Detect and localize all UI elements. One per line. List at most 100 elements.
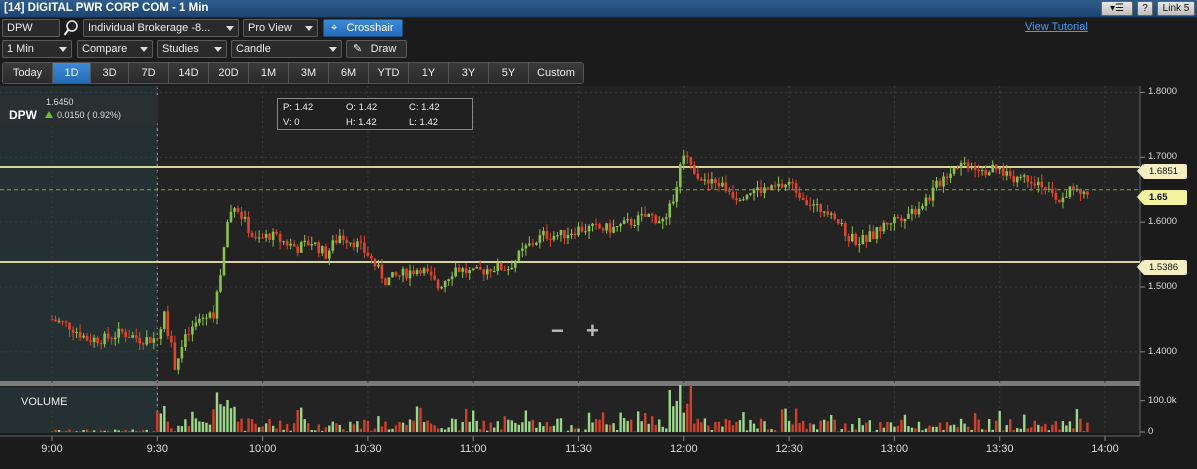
volume-bar — [703, 418, 707, 432]
range-button-5y[interactable]: 5Y — [489, 63, 529, 83]
draw-button[interactable]: ✎ Draw — [346, 40, 407, 58]
candle-body — [556, 235, 559, 237]
candle-body — [1047, 188, 1051, 190]
account-dropdown[interactable]: Individual Brokerage -8... — [83, 19, 239, 37]
volume-bar — [296, 410, 299, 432]
volume-bar — [454, 419, 457, 432]
chart-type-dropdown[interactable]: Candle — [231, 40, 342, 58]
quote-last-price: 1.6450 — [46, 97, 74, 107]
candle-body — [805, 200, 808, 205]
candle-body — [787, 181, 791, 185]
range-button-7d[interactable]: 7D — [129, 63, 169, 83]
range-button-3d[interactable]: 3D — [91, 63, 129, 83]
range-button-6m[interactable]: 6M — [329, 63, 369, 83]
candle-body — [415, 270, 419, 274]
candle-body — [1001, 167, 1005, 176]
volume-bar — [342, 429, 345, 432]
candle-body — [654, 215, 658, 224]
candle-body — [489, 269, 493, 272]
volume-bar — [292, 423, 296, 432]
range-button-today[interactable]: Today — [3, 63, 53, 83]
candle-body — [1058, 199, 1061, 203]
volume-bar — [398, 422, 401, 432]
search-icon[interactable] — [63, 19, 79, 37]
candle-body — [563, 230, 566, 239]
volume-bar — [64, 430, 68, 432]
range-button-custom[interactable]: Custom — [529, 63, 583, 83]
candle-body — [289, 243, 292, 246]
last-price-tag: 1.65 — [1137, 190, 1187, 205]
volume-bar — [847, 430, 850, 432]
studies-dropdown[interactable]: Studies — [157, 40, 227, 58]
candle-body — [780, 183, 784, 188]
volume-bar — [159, 413, 163, 432]
link-button[interactable]: Link 5 — [1157, 1, 1195, 16]
candle-body — [903, 218, 907, 222]
range-button-1d[interactable]: 1D — [53, 63, 91, 83]
view-tutorial-link[interactable]: View Tutorial — [1025, 21, 1088, 33]
volume-bar — [823, 419, 826, 432]
volume-bar — [447, 427, 450, 432]
chevron-down-icon — [329, 47, 337, 52]
volume-bar — [170, 428, 173, 432]
volume-bar — [787, 420, 791, 432]
volume-bar — [1044, 423, 1047, 432]
candle-body — [686, 155, 689, 157]
candle-body — [419, 270, 422, 274]
volume-bar — [931, 426, 935, 432]
volume-bar — [665, 428, 668, 432]
range-button-3m[interactable]: 3M — [289, 63, 329, 83]
help-button[interactable]: ? — [1137, 1, 1153, 16]
volume-bar — [622, 418, 626, 432]
candle-body — [68, 322, 71, 330]
range-button-20d[interactable]: 20D — [209, 63, 249, 83]
candle-body — [987, 172, 991, 176]
volume-bar — [1079, 418, 1082, 432]
range-button-3y[interactable]: 3Y — [449, 63, 489, 83]
volume-bar — [612, 423, 615, 432]
interval-dropdown[interactable]: 1 Min — [2, 40, 72, 58]
crosshair-price: P: 1.42 — [283, 102, 314, 113]
candle-body — [1054, 193, 1058, 200]
volume-bar — [124, 430, 127, 432]
volume-bar — [854, 429, 857, 432]
volume-bar — [177, 425, 180, 432]
compare-dropdown[interactable]: Compare — [77, 40, 153, 58]
candle-body — [215, 291, 219, 319]
range-button-1m[interactable]: 1M — [249, 63, 289, 83]
candle-body — [464, 268, 468, 274]
zoom-in-button[interactable]: + — [586, 318, 599, 344]
volume-bar — [998, 410, 1001, 432]
menu-dropdown-button[interactable]: ▾☰ — [1101, 1, 1133, 16]
candle-body — [1044, 187, 1047, 190]
candle-body — [499, 262, 503, 270]
view-dropdown[interactable]: Pro View — [243, 19, 318, 37]
crosshair-button[interactable]: ⌖ Crosshair — [323, 19, 403, 37]
zoom-out-button[interactable]: − — [551, 318, 564, 344]
symbol-input[interactable]: DPW — [2, 19, 60, 37]
candle-body — [763, 187, 766, 193]
price-chart[interactable] — [0, 86, 1197, 469]
candle-body — [917, 208, 921, 215]
candle-body — [714, 179, 717, 184]
volume-bar — [300, 407, 303, 432]
candle-body — [184, 334, 187, 348]
volume-bar — [482, 420, 485, 432]
crosshair-high: H: 1.42 — [346, 117, 377, 128]
candle-body — [1037, 181, 1040, 186]
candle-body — [170, 335, 173, 343]
draw-button-label: Draw — [370, 43, 397, 55]
range-button-1y[interactable]: 1Y — [409, 63, 449, 83]
candle-body — [643, 214, 647, 217]
candle-body — [275, 231, 278, 234]
candle-body — [640, 214, 643, 216]
candle-body — [485, 269, 489, 275]
candle-body — [998, 167, 1001, 170]
volume-bar — [387, 429, 391, 432]
volume-bar — [956, 427, 959, 432]
range-button-14d[interactable]: 14D — [169, 63, 209, 83]
volume-bar — [970, 429, 973, 432]
candle-body — [507, 269, 510, 271]
y-tick-label: 1.6000 — [1148, 216, 1178, 228]
range-button-ytd[interactable]: YTD — [369, 63, 409, 83]
